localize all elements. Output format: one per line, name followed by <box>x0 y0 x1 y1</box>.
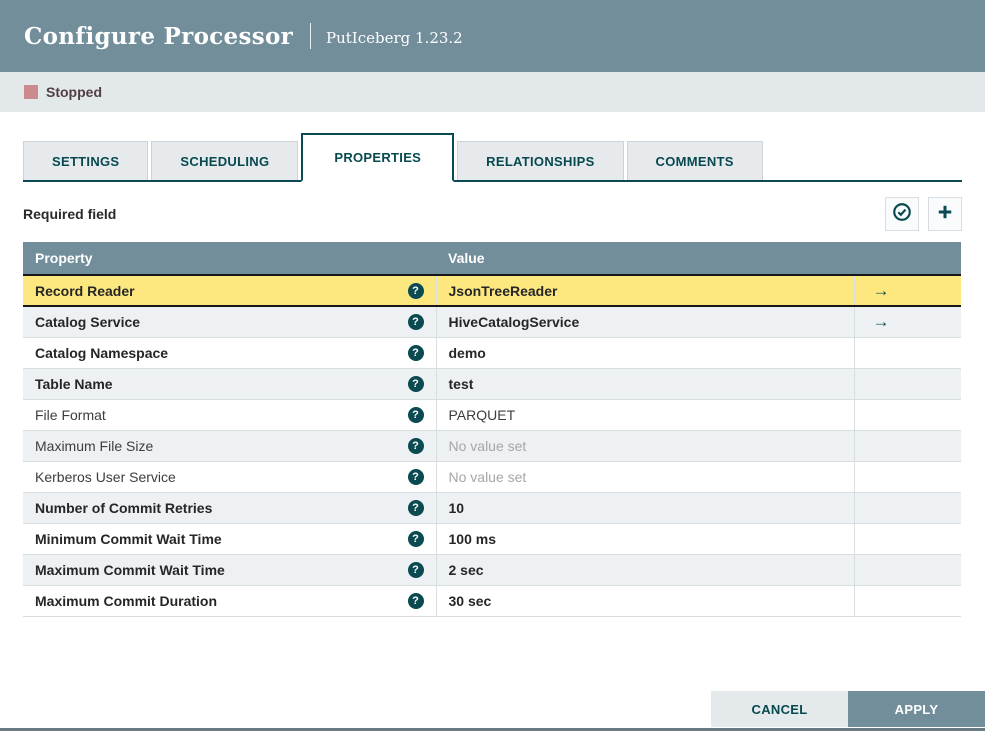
column-header-actions <box>854 242 961 275</box>
cancel-button[interactable]: CANCEL <box>711 691 848 727</box>
help-icon[interactable]: ? <box>407 282 424 299</box>
goto-service-arrow-icon[interactable]: → <box>867 281 890 301</box>
verify-properties-button[interactable] <box>885 197 919 231</box>
property-value: JsonTreeReader <box>448 282 558 299</box>
plus-icon <box>935 202 955 227</box>
property-name: Minimum Commit Wait Time <box>35 530 222 547</box>
property-name: Maximum Commit Duration <box>35 592 218 609</box>
property-name: Number of Commit Retries <box>35 499 213 516</box>
property-name: Record Reader <box>35 282 135 299</box>
tab-label: PROPERTIES <box>334 150 422 165</box>
add-property-button[interactable] <box>928 197 962 231</box>
property-value: 30 sec <box>448 592 492 609</box>
property-table-body: Record Reader ? JsonTreeReader → Catalog… <box>23 274 961 617</box>
property-value: PARQUET <box>448 406 516 423</box>
goto-service-arrow-icon[interactable]: → <box>867 312 890 332</box>
help-icon[interactable]: ? <box>407 592 424 609</box>
table-row[interactable]: Maximum File Size ? No value set <box>23 430 961 462</box>
tab-bar: SETTINGS SCHEDULING PROPERTIES RELATIONS… <box>23 133 962 182</box>
tab-scheduling[interactable]: SCHEDULING <box>151 141 299 180</box>
property-value: No value set <box>448 468 527 485</box>
help-icon[interactable]: ? <box>407 530 424 547</box>
help-icon[interactable]: ? <box>407 375 424 392</box>
help-icon[interactable]: ? <box>407 561 424 578</box>
tab-label: SETTINGS <box>52 153 120 169</box>
check-circle-icon <box>892 202 912 227</box>
properties-toolbar: Required field <box>23 197 962 231</box>
table-row[interactable]: Maximum Commit Duration ? 30 sec <box>23 585 961 617</box>
table-row[interactable]: Minimum Commit Wait Time ? 100 ms <box>23 523 961 555</box>
dialog-title: Configure Processor <box>24 22 294 50</box>
property-value: demo <box>448 344 486 361</box>
table-row[interactable]: Table Name ? test <box>23 368 961 400</box>
tab-label: COMMENTS <box>655 153 734 169</box>
property-value: test <box>448 375 474 392</box>
table-row[interactable]: Catalog Service ? HiveCatalogService → <box>23 306 961 338</box>
property-name: Catalog Service <box>35 313 141 330</box>
column-header-property: Property <box>23 242 436 275</box>
required-field-label: Required field <box>23 206 117 222</box>
title-divider <box>310 23 312 49</box>
property-value: 100 ms <box>448 530 496 547</box>
stopped-square-icon <box>24 85 38 99</box>
property-name: File Format <box>35 406 106 423</box>
dialog-footer: CANCEL APPLY <box>711 691 985 727</box>
help-icon[interactable]: ? <box>407 313 424 330</box>
property-name: Maximum File Size <box>35 437 154 454</box>
table-row[interactable]: Kerberos User Service ? No value set <box>23 461 961 493</box>
processor-name-version: PutIceberg 1.23.2 <box>326 28 463 47</box>
tab-settings[interactable]: SETTINGS <box>23 141 149 180</box>
tab-label: SCHEDULING <box>180 153 270 169</box>
dialog-content: SETTINGS SCHEDULING PROPERTIES RELATIONS… <box>0 133 985 617</box>
status-bar: Stopped <box>0 72 985 112</box>
tab-relationships[interactable]: RELATIONSHIPS <box>457 141 624 180</box>
table-row[interactable]: Catalog Namespace ? demo <box>23 337 961 369</box>
help-icon[interactable]: ? <box>407 468 424 485</box>
apply-button[interactable]: APPLY <box>848 691 985 727</box>
table-header-row: Property Value <box>23 242 961 275</box>
status-label: Stopped <box>46 84 102 100</box>
column-header-value: Value <box>436 242 854 275</box>
property-name: Maximum Commit Wait Time <box>35 561 225 578</box>
help-icon[interactable]: ? <box>407 499 424 516</box>
table-row[interactable]: File Format ? PARQUET <box>23 399 961 431</box>
table-row[interactable]: Maximum Commit Wait Time ? 2 sec <box>23 554 961 586</box>
tab-comments[interactable]: COMMENTS <box>626 141 763 180</box>
property-value: No value set <box>448 437 527 454</box>
tab-properties[interactable]: PROPERTIES <box>301 133 455 182</box>
property-name: Catalog Namespace <box>35 344 169 361</box>
property-value: 10 <box>448 499 465 516</box>
properties-table: Property Value Record Reader ? JsonTreeR… <box>23 242 961 617</box>
help-icon[interactable]: ? <box>407 344 424 361</box>
table-row[interactable]: Record Reader ? JsonTreeReader → <box>23 274 961 307</box>
dialog-header: Configure Processor PutIceberg 1.23.2 <box>0 0 985 72</box>
help-icon[interactable]: ? <box>407 437 424 454</box>
property-value: 2 sec <box>448 561 484 578</box>
property-value: HiveCatalogService <box>448 313 580 330</box>
table-row[interactable]: Number of Commit Retries ? 10 <box>23 492 961 524</box>
help-icon[interactable]: ? <box>407 406 424 423</box>
property-name: Kerberos User Service <box>35 468 176 485</box>
tab-label: RELATIONSHIPS <box>486 153 595 169</box>
property-name: Table Name <box>35 375 113 392</box>
